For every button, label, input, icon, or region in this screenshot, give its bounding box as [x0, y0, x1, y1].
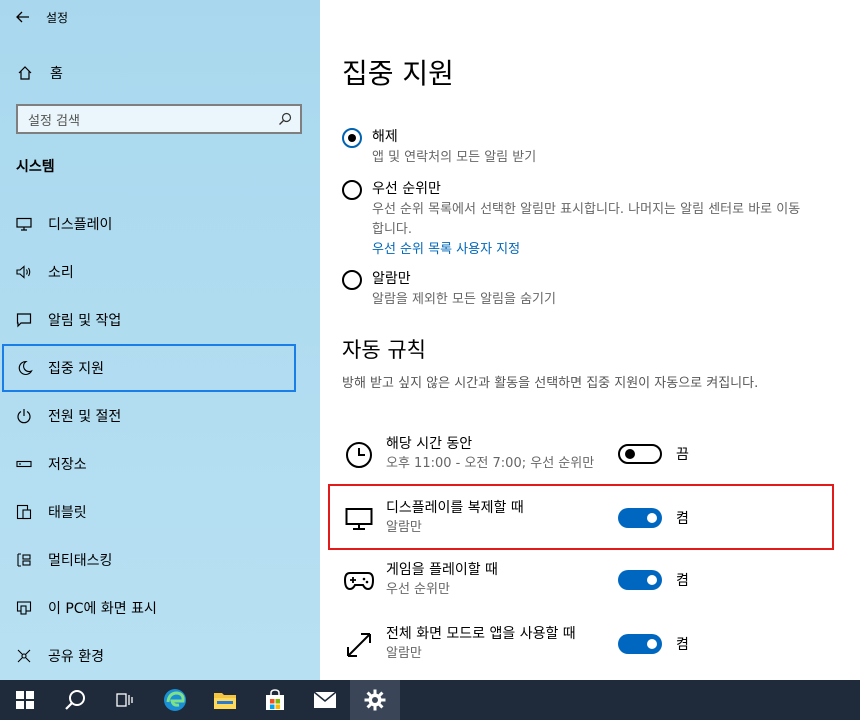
toggle-switch[interactable] — [618, 444, 662, 464]
sidebar-item-label: 디스플레이 — [48, 217, 113, 233]
rule-sub: 우선 순위만 — [386, 582, 450, 597]
sidebar-item-label: 저장소 — [48, 457, 87, 473]
toggle-state: 끔 — [676, 447, 689, 463]
toggle-state: 켬 — [676, 573, 689, 589]
option-label: 우선 순위만 — [372, 181, 441, 197]
back-arrow-icon — [16, 11, 29, 23]
option-desc: 앱 및 연락처의 모든 알림 받기 — [372, 150, 537, 165]
sidebar-item-label: 공유 환경 — [48, 649, 104, 665]
search-input[interactable]: 설정 검색 — [16, 104, 302, 134]
rule-label: 게임을 플레이할 때 — [386, 562, 498, 578]
home-icon — [0, 65, 50, 81]
task-view-icon[interactable] — [100, 680, 150, 720]
toggle-switch[interactable] — [618, 634, 662, 654]
option-label: 알람만 — [372, 271, 411, 287]
taskbar — [0, 680, 860, 720]
storage-icon — [0, 459, 48, 469]
file-explorer-icon[interactable] — [200, 680, 250, 720]
search-placeholder: 설정 검색 — [28, 113, 80, 129]
sidebar-item-label: 집중 지원 — [48, 361, 104, 377]
rule-sub: 알람만 — [386, 646, 422, 661]
sidebar: 설정 홈 설정 검색 시스템 디스플레이 소리 알림 및 작업 집중 지원 전원… — [0, 0, 320, 680]
option-label: 해제 — [372, 129, 398, 145]
page-title: 집중 지원 — [342, 57, 454, 90]
mail-icon[interactable] — [300, 680, 350, 720]
search-icon[interactable] — [50, 680, 100, 720]
radio-button-checked[interactable] — [342, 128, 362, 148]
power-icon — [0, 408, 48, 424]
auto-rules-heading: 자동 규칙 — [342, 338, 426, 362]
windows-start-icon[interactable] — [0, 680, 50, 720]
sidebar-item-label: 태블릿 — [48, 505, 87, 521]
project-icon — [0, 600, 48, 616]
clock-icon — [342, 438, 376, 472]
option-priority-only[interactable]: 우선 순위만 우선 순위 목록에서 선택한 알림만 표시합니다. 나머지는 알림… — [342, 178, 812, 260]
highlight-box — [328, 484, 834, 550]
rule-label: 전체 화면 모드로 앱을 사용할 때 — [386, 626, 576, 642]
moon-icon — [2, 360, 48, 376]
back-button[interactable] — [0, 0, 46, 34]
settings-icon[interactable] — [350, 680, 400, 720]
sidebar-item-notifications[interactable]: 알림 및 작업 — [0, 296, 320, 344]
sidebar-item-label: 이 PC에 화면 표시 — [48, 601, 157, 617]
option-alarms-only[interactable]: 알람만 알람을 제외한 모든 알림을 숨기기 — [342, 268, 812, 310]
window-title: 설정 — [46, 10, 69, 25]
share-icon — [0, 648, 48, 664]
sidebar-item-shared-experiences[interactable]: 공유 환경 — [0, 632, 320, 680]
gamepad-icon — [342, 564, 376, 598]
store-icon[interactable] — [250, 680, 300, 720]
sidebar-item-label: 멀티태스킹 — [48, 553, 113, 569]
toggle-switch[interactable] — [618, 570, 662, 590]
sidebar-item-label: 소리 — [48, 265, 74, 281]
notification-icon — [0, 312, 48, 328]
sidebar-item-display[interactable]: 디스플레이 — [0, 200, 320, 248]
option-desc: 알람을 제외한 모든 알림을 숨기기 — [372, 292, 556, 307]
sidebar-item-home[interactable]: 홈 — [0, 56, 320, 90]
title-bar: 설정 — [0, 0, 320, 34]
sidebar-item-focus-assist[interactable]: 집중 지원 — [2, 344, 296, 392]
rule-during-these-times[interactable]: 해당 시간 동안 오후 11:00 - 오전 7:00; 우선 순위만 끔 — [342, 434, 812, 490]
sidebar-item-storage[interactable]: 저장소 — [0, 440, 320, 488]
toggle-state: 켬 — [676, 637, 689, 653]
rule-playing-game[interactable]: 게임을 플레이할 때 우선 순위만 켬 — [342, 560, 812, 616]
sidebar-item-tablet[interactable]: 태블릿 — [0, 488, 320, 536]
search-icon — [279, 112, 292, 125]
sidebar-item-label: 전원 및 절전 — [48, 409, 122, 425]
sidebar-nav: 디스플레이 소리 알림 및 작업 집중 지원 전원 및 절전 저장소 태블릿 멀… — [0, 200, 320, 680]
tablet-icon — [0, 504, 48, 520]
sidebar-item-power[interactable]: 전원 및 절전 — [0, 392, 320, 440]
rule-fullscreen-app[interactable]: 전체 화면 모드로 앱을 사용할 때 알람만 켬 — [342, 624, 812, 680]
sidebar-item-project[interactable]: 이 PC에 화면 표시 — [0, 584, 320, 632]
sidebar-item-label: 알림 및 작업 — [48, 313, 122, 329]
edge-icon[interactable] — [150, 680, 200, 720]
sidebar-item-sound[interactable]: 소리 — [0, 248, 320, 296]
customize-priority-list-link[interactable]: 우선 순위 목록 사용자 지정 — [372, 240, 812, 260]
section-title: 시스템 — [16, 159, 55, 175]
option-off[interactable]: 해제 앱 및 연락처의 모든 알림 받기 — [342, 126, 812, 168]
radio-button[interactable] — [342, 270, 362, 290]
multitasking-icon — [0, 552, 48, 568]
rule-sub: 오후 11:00 - 오전 7:00; 우선 순위만 — [386, 456, 595, 471]
sidebar-item-multitasking[interactable]: 멀티태스킹 — [0, 536, 320, 584]
fullscreen-icon — [342, 628, 376, 662]
home-label: 홈 — [50, 66, 63, 82]
auto-rules-desc: 방해 받고 싶지 않은 시간과 활동을 선택하면 집중 지원이 자동으로 켜집니… — [342, 376, 759, 391]
speaker-icon — [0, 265, 48, 279]
main-content: 집중 지원 해제 앱 및 연락처의 모든 알림 받기 우선 순위만 우선 순위 … — [320, 0, 860, 680]
option-desc: 우선 순위 목록에서 선택한 알림만 표시합니다. 나머지는 알림 센터로 바로… — [372, 202, 801, 237]
rule-label: 해당 시간 동안 — [386, 436, 473, 452]
radio-button[interactable] — [342, 180, 362, 200]
monitor-icon — [0, 217, 48, 231]
